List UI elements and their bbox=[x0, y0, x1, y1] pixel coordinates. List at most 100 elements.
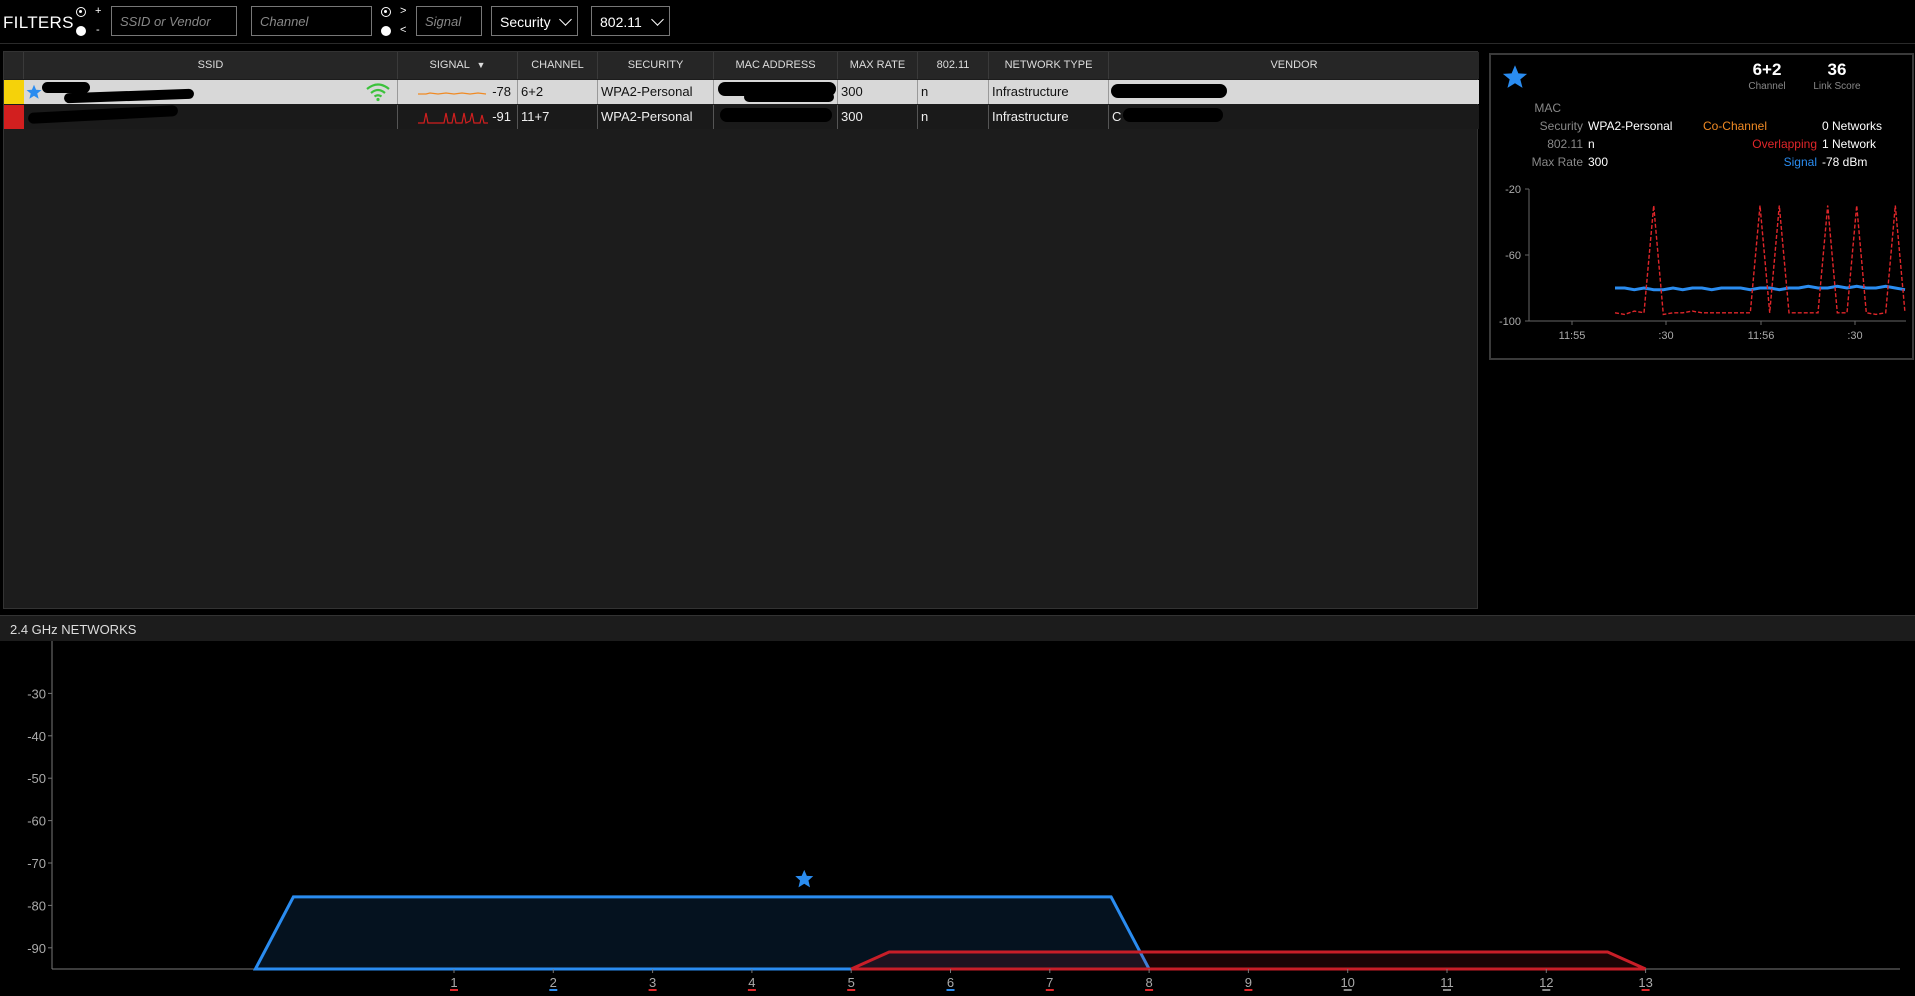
security-cell: WPA2-Personal bbox=[598, 105, 714, 129]
x-tick-label: 5 bbox=[848, 975, 855, 990]
filter-bar: FILTERS + - SSID or Vendor Channel > < S… bbox=[0, 0, 1915, 44]
network-color-swatch bbox=[4, 80, 24, 104]
standard-cell: n bbox=[918, 105, 989, 129]
channel-cell: 6+2 bbox=[518, 80, 598, 104]
ghz-section-title: 2.4 GHz NETWORKS bbox=[10, 622, 137, 637]
x-tick-label: 11 bbox=[1440, 975, 1454, 990]
channel-filter-input[interactable]: Channel bbox=[251, 6, 372, 36]
y-tick-label: -30 bbox=[27, 686, 46, 701]
table-row[interactable]: -91 11+7 WPA2-Personal 300 n Infrastruct… bbox=[4, 105, 1479, 129]
redacted-vendor bbox=[1111, 84, 1227, 98]
signal-filter-input[interactable]: Signal bbox=[416, 6, 482, 36]
security-value: WPA2-Personal bbox=[1588, 119, 1673, 133]
ghz-spectrum-panel: -30 -40 -50 -60 -70 -80 -90 1 2 3 4 5 6 7 8 9 10 11 12 13 bbox=[0, 641, 1915, 993]
standard-filter-label: 802.11 bbox=[600, 14, 642, 30]
redacted-mac bbox=[720, 108, 832, 122]
column-header-vendor[interactable]: VENDOR bbox=[1109, 52, 1479, 79]
y-tick-label: -50 bbox=[27, 771, 46, 786]
signal-history-chart: -20 -60 -100 11:55:30 11:56:30 bbox=[1499, 184, 1906, 342]
x-tick-label: 2 bbox=[550, 975, 557, 990]
chevron-down-icon bbox=[559, 13, 572, 26]
signal-series-line bbox=[1614, 205, 1906, 316]
co-channel-label: Co-Channel bbox=[1702, 119, 1767, 133]
column-header-security[interactable]: SECURITY bbox=[598, 52, 714, 79]
x-tick-label: 11:56 bbox=[1748, 330, 1775, 342]
vendor-cell: C bbox=[1109, 105, 1479, 129]
column-header-signal[interactable]: SIGNAL ▼ bbox=[398, 52, 518, 79]
table-header: SSID SIGNAL ▼ CHANNEL SECURITY MAC ADDRE… bbox=[4, 52, 1479, 79]
channel-caption: Channel bbox=[1748, 81, 1786, 92]
column-header-mac[interactable]: MAC ADDRESS bbox=[714, 52, 838, 79]
x-tick-label: 10 bbox=[1340, 975, 1354, 990]
exclude-radio[interactable] bbox=[76, 26, 86, 36]
channel-value: 6+2 bbox=[1752, 60, 1782, 79]
signal-dbm-value: -78 dBm bbox=[1822, 155, 1868, 169]
redacted-ssid bbox=[42, 82, 90, 93]
signal-series-line bbox=[1615, 284, 1906, 292]
signal-cell: -91 bbox=[398, 105, 518, 129]
table-row[interactable]: -78 6+2 WPA2-Personal 300 n Infrastructu… bbox=[4, 80, 1479, 104]
x-tick-label: 6 bbox=[947, 975, 954, 990]
column-header-ssid[interactable]: SSID bbox=[24, 52, 398, 79]
standard-filter-dropdown[interactable]: 802.11 bbox=[591, 6, 670, 36]
mac-cell bbox=[714, 105, 838, 129]
standard-value: n bbox=[1588, 137, 1595, 151]
signal-sparkline bbox=[418, 92, 487, 95]
column-header-80211[interactable]: 802.11 bbox=[918, 52, 989, 79]
y-tick-label: -100 bbox=[1499, 316, 1521, 328]
ghz-spectrum-chart: -30-40-50-60-70-80-901 2 3 4 5 6 7 8 9 10 11 12 13 bbox=[27, 641, 1900, 991]
max-rate-cell: 300 bbox=[838, 105, 918, 129]
redacted-mac bbox=[744, 92, 834, 102]
color-column-header bbox=[4, 52, 24, 79]
y-tick-label: -90 bbox=[27, 941, 46, 956]
x-tick-label: 13 bbox=[1638, 975, 1652, 990]
include-radio[interactable] bbox=[76, 7, 86, 17]
y-tick-label: -20 bbox=[1505, 184, 1521, 196]
ssid-cell bbox=[24, 80, 398, 104]
signal-label: Signal bbox=[1783, 155, 1817, 169]
signal-less-label: < bbox=[400, 24, 407, 36]
link-score-caption: Link Score bbox=[1813, 81, 1861, 92]
column-header-channel[interactable]: CHANNEL bbox=[518, 52, 598, 79]
signal-cell: -78 bbox=[398, 80, 518, 104]
standard-cell: n bbox=[918, 80, 989, 104]
max-rate-cell: 300 bbox=[838, 80, 918, 104]
signal-value: -78 bbox=[492, 84, 511, 99]
column-header-network-type[interactable]: NETWORK TYPE bbox=[989, 52, 1109, 79]
favorite-star-icon[interactable] bbox=[26, 84, 42, 100]
y-tick-label: -60 bbox=[1505, 250, 1521, 262]
mac-label: MAC bbox=[1534, 101, 1561, 115]
x-tick-label: 7 bbox=[1046, 975, 1053, 990]
max-rate-value: 300 bbox=[1588, 155, 1609, 169]
ssid-vendor-filter-input[interactable]: SSID or Vendor bbox=[111, 6, 237, 36]
channel-cell: 11+7 bbox=[518, 105, 598, 129]
x-tick-label: :30 bbox=[1847, 330, 1862, 342]
ssid-cell bbox=[24, 105, 398, 129]
network-table: SSID SIGNAL ▼ CHANNEL SECURITY MAC ADDRE… bbox=[3, 51, 1479, 609]
network-spectrum-shape bbox=[850, 950, 1647, 971]
co-channel-value: 0 Networks bbox=[1822, 119, 1883, 133]
favorite-star-icon bbox=[795, 869, 814, 888]
overlapping-value: 1 Network bbox=[1822, 137, 1877, 151]
x-tick-label: 4 bbox=[748, 975, 755, 990]
x-tick-label: 8 bbox=[1145, 975, 1152, 990]
filters-label: FILTERS bbox=[3, 13, 74, 32]
security-filter-dropdown[interactable]: Security bbox=[491, 6, 578, 36]
column-header-signal-label: SIGNAL bbox=[429, 59, 470, 71]
column-header-max-rate[interactable]: MAX RATE bbox=[838, 52, 918, 79]
signal-less-radio[interactable] bbox=[381, 26, 391, 36]
signal-greater-radio[interactable] bbox=[381, 7, 391, 17]
ghz-section-header: 2.4 GHz NETWORKS bbox=[0, 615, 1915, 641]
vendor-cell bbox=[1109, 80, 1479, 104]
network-color-swatch bbox=[4, 105, 24, 129]
mac-cell bbox=[714, 80, 838, 104]
max-rate-label: Max Rate bbox=[1531, 155, 1583, 169]
network-details-panel: 6+2 Channel 36 Link Score MAC Security W… bbox=[1489, 53, 1914, 360]
favorite-star-icon[interactable] bbox=[1502, 64, 1528, 90]
link-score-value: 36 bbox=[1827, 60, 1847, 79]
security-label: Security bbox=[1539, 119, 1583, 133]
vendor-value: C bbox=[1112, 109, 1122, 124]
network-type-cell: Infrastructure bbox=[989, 105, 1109, 129]
sort-descending-icon: ▼ bbox=[476, 60, 486, 70]
y-tick-label: -70 bbox=[27, 856, 46, 871]
